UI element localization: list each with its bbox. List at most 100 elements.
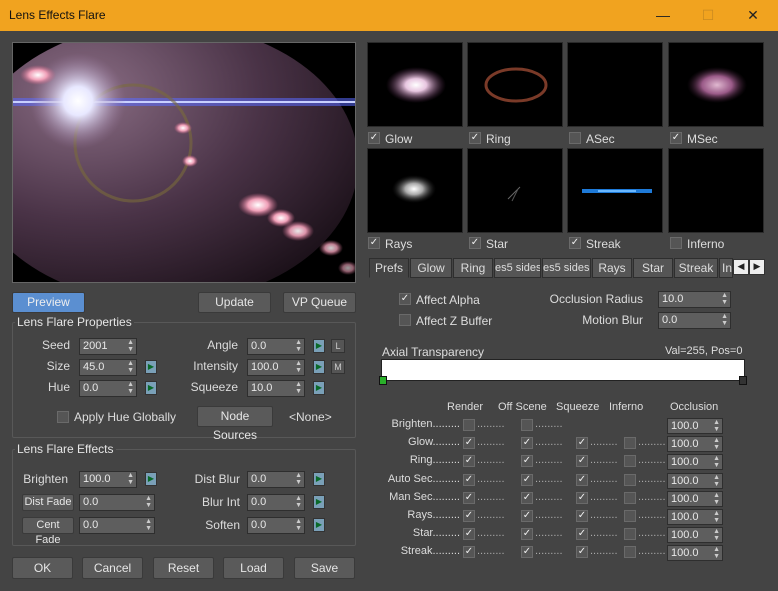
squeeze-checkbox[interactable]: ✓	[576, 546, 588, 558]
spinner-arrows-icon[interactable]: ▲ ▼	[295, 381, 302, 395]
off-scene-checkbox[interactable]: ✓	[521, 510, 533, 522]
off-scene-checkbox[interactable]	[521, 419, 533, 431]
save-button[interactable]: Save	[294, 557, 355, 579]
spinner-arrows-icon[interactable]: ▲ ▼	[713, 546, 720, 560]
spinner-arrows-icon[interactable]: ▲ ▼	[127, 339, 134, 353]
inferno-checkbox[interactable]	[624, 455, 636, 467]
close-icon[interactable]: ✕	[738, 5, 768, 25]
render-checkbox[interactable]	[463, 419, 475, 431]
tab-prefs[interactable]: Prefs	[369, 258, 409, 278]
hue-spinner[interactable]: 0.0 ▲ ▼	[79, 380, 137, 397]
intensity-curve-icon[interactable]: ▶	[313, 360, 325, 374]
render-checkbox[interactable]: ✓	[463, 546, 475, 558]
off-scene-checkbox[interactable]: ✓	[521, 528, 533, 540]
angle-spinner[interactable]: 0.0 ▲ ▼	[247, 338, 305, 355]
size-spinner[interactable]: 45.0 ▲ ▼	[79, 359, 137, 376]
inferno-checkbox[interactable]	[624, 528, 636, 540]
minimize-icon[interactable]: —	[648, 5, 678, 25]
lock-m-button[interactable]: M	[331, 360, 345, 374]
dist-blur-curve-icon[interactable]: ▶	[313, 472, 325, 486]
squeeze-checkbox[interactable]: ✓	[576, 455, 588, 467]
spinner-arrows-icon[interactable]: ▲ ▼	[713, 510, 720, 524]
squeeze-checkbox[interactable]: ✓	[576, 528, 588, 540]
load-button[interactable]: Load	[223, 557, 284, 579]
render-checkbox[interactable]: ✓	[463, 510, 475, 522]
cent-fade-spinner[interactable]: 0.0 ▲ ▼	[79, 517, 155, 534]
render-checkbox[interactable]: ✓	[463, 474, 475, 486]
dist-fade-spinner[interactable]: 0.0 ▲ ▼	[79, 494, 155, 511]
occlusion-spinner[interactable]: 100.0 ▲ ▼	[667, 436, 723, 452]
reset-button[interactable]: Reset	[153, 557, 214, 579]
affect-alpha-checkbox[interactable]: ✓	[399, 293, 411, 305]
tab-msec[interactable]: es5 sides6	[542, 258, 591, 278]
tabs-scroll-left-icon[interactable]: ◀	[733, 259, 749, 275]
spinner-arrows-icon[interactable]: ▲ ▼	[713, 437, 720, 451]
axial-transparency-gradient[interactable]	[381, 359, 745, 381]
rays-thumbnail[interactable]	[367, 148, 463, 233]
spinner-arrows-icon[interactable]: ▲ ▼	[295, 495, 302, 509]
dist-blur-spinner[interactable]: 0.0 ▲ ▼	[247, 471, 305, 488]
occlusion-spinner[interactable]: 100.0 ▲ ▼	[667, 418, 723, 434]
off-scene-checkbox[interactable]: ✓	[521, 474, 533, 486]
brighten-spinner[interactable]: 100.0 ▲ ▼	[79, 471, 137, 488]
node-sources-button[interactable]: Node Sources	[197, 406, 273, 442]
spinner-arrows-icon[interactable]: ▲ ▼	[295, 472, 302, 486]
tab-star[interactable]: Star	[633, 258, 673, 278]
spinner-arrows-icon[interactable]: ▲ ▼	[713, 419, 720, 433]
off-scene-checkbox[interactable]: ✓	[521, 492, 533, 504]
ring-thumbnail[interactable]	[467, 42, 563, 127]
render-checkbox[interactable]: ✓	[463, 437, 475, 449]
spinner-arrows-icon[interactable]: ▲ ▼	[145, 518, 152, 532]
asec-checkbox[interactable]	[569, 132, 581, 144]
occlusion-spinner[interactable]: 100.0 ▲ ▼	[667, 527, 723, 543]
spinner-arrows-icon[interactable]: ▲ ▼	[295, 339, 302, 353]
size-curve-icon[interactable]: ▶	[145, 360, 157, 374]
off-scene-checkbox[interactable]: ✓	[521, 437, 533, 449]
ring-checkbox[interactable]: ✓	[469, 132, 481, 144]
inferno-checkbox[interactable]	[624, 492, 636, 504]
spinner-arrows-icon[interactable]: ▲ ▼	[721, 313, 728, 327]
cancel-button[interactable]: Cancel	[82, 557, 143, 579]
inferno-checkbox[interactable]	[624, 546, 636, 558]
glow-thumbnail[interactable]	[367, 42, 463, 127]
rays-checkbox[interactable]: ✓	[368, 237, 380, 249]
occlusion-spinner[interactable]: 100.0 ▲ ▼	[667, 509, 723, 525]
occlusion-spinner[interactable]: 100.0 ▲ ▼	[667, 454, 723, 470]
squeeze-checkbox[interactable]: ✓	[576, 474, 588, 486]
spinner-arrows-icon[interactable]: ▲ ▼	[721, 292, 728, 306]
streak-checkbox[interactable]: ✓	[569, 237, 581, 249]
star-checkbox[interactable]: ✓	[469, 237, 481, 249]
tab-rays[interactable]: Rays	[592, 258, 632, 278]
flare-preview-viewport[interactable]	[12, 42, 356, 283]
tab-inferno[interactable]: In	[719, 258, 733, 278]
blur-int-spinner[interactable]: 0.0 ▲ ▼	[247, 494, 305, 511]
inferno-checkbox[interactable]	[624, 437, 636, 449]
off-scene-checkbox[interactable]: ✓	[521, 455, 533, 467]
gradient-end-flag-icon[interactable]	[739, 376, 747, 385]
msec-checkbox[interactable]: ✓	[670, 132, 682, 144]
spinner-arrows-icon[interactable]: ▲ ▼	[713, 455, 720, 469]
angle-curve-icon[interactable]: ▶	[313, 339, 325, 353]
motion-blur-spinner[interactable]: 0.0 ▲ ▼	[658, 312, 731, 329]
tab-ring[interactable]: Ring	[453, 258, 493, 278]
spinner-arrows-icon[interactable]: ▲ ▼	[145, 495, 152, 509]
spinner-arrows-icon[interactable]: ▲ ▼	[713, 474, 720, 488]
inferno-thumbnail[interactable]	[668, 148, 764, 233]
spinner-arrows-icon[interactable]: ▲ ▼	[713, 528, 720, 542]
spinner-arrows-icon[interactable]: ▲ ▼	[127, 360, 134, 374]
inferno-checkbox[interactable]	[624, 474, 636, 486]
brighten-curve-icon[interactable]: ▶	[145, 472, 157, 486]
occlusion-spinner[interactable]: 100.0 ▲ ▼	[667, 491, 723, 507]
inferno-checkbox[interactable]	[624, 510, 636, 522]
affect-z-buffer-checkbox[interactable]	[399, 314, 411, 326]
spinner-arrows-icon[interactable]: ▲ ▼	[127, 472, 134, 486]
occlusion-radius-spinner[interactable]: 10.0 ▲ ▼	[658, 291, 731, 308]
intensity-spinner[interactable]: 100.0 ▲ ▼	[247, 359, 305, 376]
tab-glow[interactable]: Glow	[410, 258, 452, 278]
dist-fade-button[interactable]: Dist Fade	[22, 494, 74, 511]
squeeze-checkbox[interactable]: ✓	[576, 510, 588, 522]
update-button[interactable]: Update	[198, 292, 271, 313]
blur-int-curve-icon[interactable]: ▶	[313, 495, 325, 509]
tab-streak[interactable]: Streak	[674, 258, 718, 278]
soften-curve-icon[interactable]: ▶	[313, 518, 325, 532]
